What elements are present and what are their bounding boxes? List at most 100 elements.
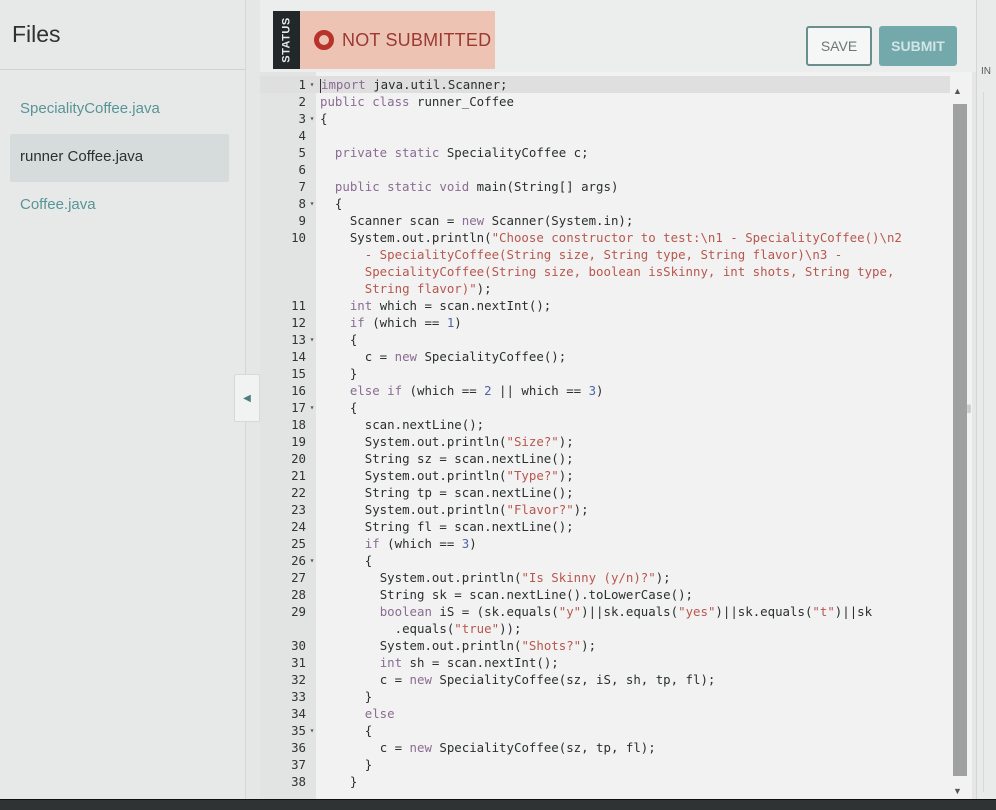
code-text: boolean iS = (sk.equals("y")||sk.equals(… xyxy=(379,604,873,636)
code-line[interactable]: 30 System.out.println("Shots?"); xyxy=(260,637,950,654)
line-number: 14 xyxy=(291,349,306,364)
code-text: } xyxy=(320,689,373,704)
code-line[interactable]: 33 } xyxy=(260,688,950,705)
code-line[interactable]: 25 if (which == 3) xyxy=(260,535,950,552)
code-line[interactable]: 6 xyxy=(260,161,950,178)
code-line[interactable]: 5 private static SpecialityCoffee c; xyxy=(260,144,950,161)
code-line[interactable]: 14 c = new SpecialityCoffee(); xyxy=(260,348,950,365)
code-text: c = new SpecialityCoffee(sz, iS, sh, tp,… xyxy=(320,672,716,687)
code-text: else if (which == 2 || which == 3) xyxy=(349,383,604,398)
code-text: public class runner_Coffee xyxy=(320,94,514,109)
code-line[interactable]: 35 ▾ { xyxy=(260,722,950,739)
fold-arrow-icon[interactable]: ▾ xyxy=(306,76,318,93)
file-item-coffee[interactable]: Coffee.java xyxy=(10,182,229,230)
scroll-down-arrow-icon[interactable]: ▼ xyxy=(953,786,962,796)
code-line[interactable]: 28 String sk = scan.nextLine().toLowerCa… xyxy=(260,586,950,603)
code-text: int which = scan.nextInt(); xyxy=(349,298,552,313)
code-line[interactable]: 10 System.out.println("Choose constructo… xyxy=(260,229,950,297)
editor-toolbar: STATUS NOT SUBMITTED SAVE SUBMIT xyxy=(260,0,976,72)
code-text: String sk = scan.nextLine().toLowerCase(… xyxy=(320,587,693,602)
code-line[interactable]: 7 public static void main(String[] args) xyxy=(260,178,950,195)
status-text: NOT SUBMITTED xyxy=(342,29,492,50)
scroll-thumb[interactable] xyxy=(953,104,967,776)
code-line[interactable]: 23 System.out.println("Flavor?"); xyxy=(260,501,950,518)
code-text: System.out.println("Choose constructor t… xyxy=(320,230,902,296)
line-number: 25 xyxy=(291,536,306,551)
panel-resize-handle[interactable]: ‖ xyxy=(964,402,974,422)
code-text: String sz = scan.nextLine(); xyxy=(320,451,574,466)
code-line[interactable]: 13 ▾ { xyxy=(260,331,950,348)
code-line[interactable]: 27 System.out.println("Is Skinny (y/n)?"… xyxy=(260,569,950,586)
code-line[interactable]: 3 ▾{ xyxy=(260,110,950,127)
code-line[interactable]: 24 String fl = scan.nextLine(); xyxy=(260,518,950,535)
code-area[interactable]: 1 ▾ import java.util.Scanner; 2 public class… xyxy=(260,76,950,790)
file-item-runner-coffee[interactable]: runner Coffee.java xyxy=(10,134,229,182)
line-number: 3 xyxy=(298,111,306,126)
editor-scrollbar[interactable]: ▲ ▼ xyxy=(950,86,968,800)
code-line[interactable]: 1 ▾ import java.util.Scanner; xyxy=(260,76,950,93)
fold-arrow-icon[interactable]: ▾ xyxy=(306,552,318,569)
collapse-sidebar-button[interactable]: ◀ xyxy=(234,374,260,422)
code-text: System.out.println("Shots?"); xyxy=(320,638,597,653)
code-text: Scanner scan = new Scanner(System.in); xyxy=(320,213,634,228)
code-line[interactable]: 20 String sz = scan.nextLine(); xyxy=(260,450,950,467)
fold-arrow-icon[interactable]: ▾ xyxy=(306,110,318,127)
save-button[interactable]: SAVE xyxy=(806,26,872,66)
code-line[interactable]: 9 Scanner scan = new Scanner(System.in); xyxy=(260,212,950,229)
scroll-up-arrow-icon[interactable]: ▲ xyxy=(953,86,962,96)
status-label: STATUS xyxy=(273,11,300,69)
code-editor[interactable]: 1 ▾ import java.util.Scanner; 2 public class… xyxy=(260,72,972,800)
code-text: public static void main(String[] args) xyxy=(334,179,619,194)
code-line[interactable]: 22 String tp = scan.nextLine(); xyxy=(260,484,950,501)
code-line[interactable]: 38 } xyxy=(260,773,950,790)
code-line[interactable]: 18 scan.nextLine(); xyxy=(260,416,950,433)
code-line[interactable]: 29 boolean iS = (sk.equals("y")||sk.equa… xyxy=(260,603,950,637)
line-number: 8 xyxy=(298,196,306,211)
submit-button[interactable]: SUBMIT xyxy=(879,26,957,66)
code-line[interactable]: 16 else if (which == 2 || which == 3) xyxy=(260,382,950,399)
code-line[interactable]: 17 ▾ { xyxy=(260,399,950,416)
line-number: 12 xyxy=(291,315,306,330)
code-line[interactable]: 26 ▾ { xyxy=(260,552,950,569)
code-line[interactable]: 34 else xyxy=(260,705,950,722)
line-number: 1 xyxy=(298,77,306,92)
fold-arrow-icon[interactable]: ▾ xyxy=(306,331,318,348)
line-number: 17 xyxy=(291,400,306,415)
code-line[interactable]: 19 System.out.println("Size?"); xyxy=(260,433,950,450)
code-line[interactable]: 15 } xyxy=(260,365,950,382)
code-text: System.out.println("Is Skinny (y/n)?"); xyxy=(320,570,671,585)
code-text: { xyxy=(320,400,358,415)
line-number: 30 xyxy=(291,638,306,653)
fold-arrow-icon[interactable]: ▾ xyxy=(306,722,318,739)
instructions-panel-body xyxy=(983,92,996,792)
code-line[interactable]: 11 int which = scan.nextInt(); xyxy=(260,297,950,314)
code-line[interactable]: 12 if (which == 1) xyxy=(260,314,950,331)
code-line[interactable]: 2 public class runner_Coffee xyxy=(260,93,950,110)
code-line[interactable]: 36 c = new SpecialityCoffee(sz, tp, fl); xyxy=(260,739,950,756)
code-line[interactable]: 8 ▾ { xyxy=(260,195,950,212)
code-text: else xyxy=(364,706,395,721)
code-line[interactable]: 32 c = new SpecialityCoffee(sz, iS, sh, … xyxy=(260,671,950,688)
files-sidebar: Files SpecialityCoffee.java runner Coffe… xyxy=(0,0,246,800)
line-number: 11 xyxy=(291,298,306,313)
app-root: Files SpecialityCoffee.java runner Coffe… xyxy=(0,0,996,810)
code-line[interactable]: 37 } xyxy=(260,756,950,773)
code-text: { xyxy=(320,332,358,347)
code-line[interactable]: 4 xyxy=(260,127,950,144)
code-line[interactable]: 21 System.out.println("Type?"); xyxy=(260,467,950,484)
file-item-specialitycoffee[interactable]: SpecialityCoffee.java xyxy=(10,86,229,134)
code-line[interactable]: 31 int sh = scan.nextInt(); xyxy=(260,654,950,671)
fold-arrow-icon[interactable]: ▾ xyxy=(306,195,318,212)
fold-arrow-icon[interactable]: ▾ xyxy=(306,399,318,416)
